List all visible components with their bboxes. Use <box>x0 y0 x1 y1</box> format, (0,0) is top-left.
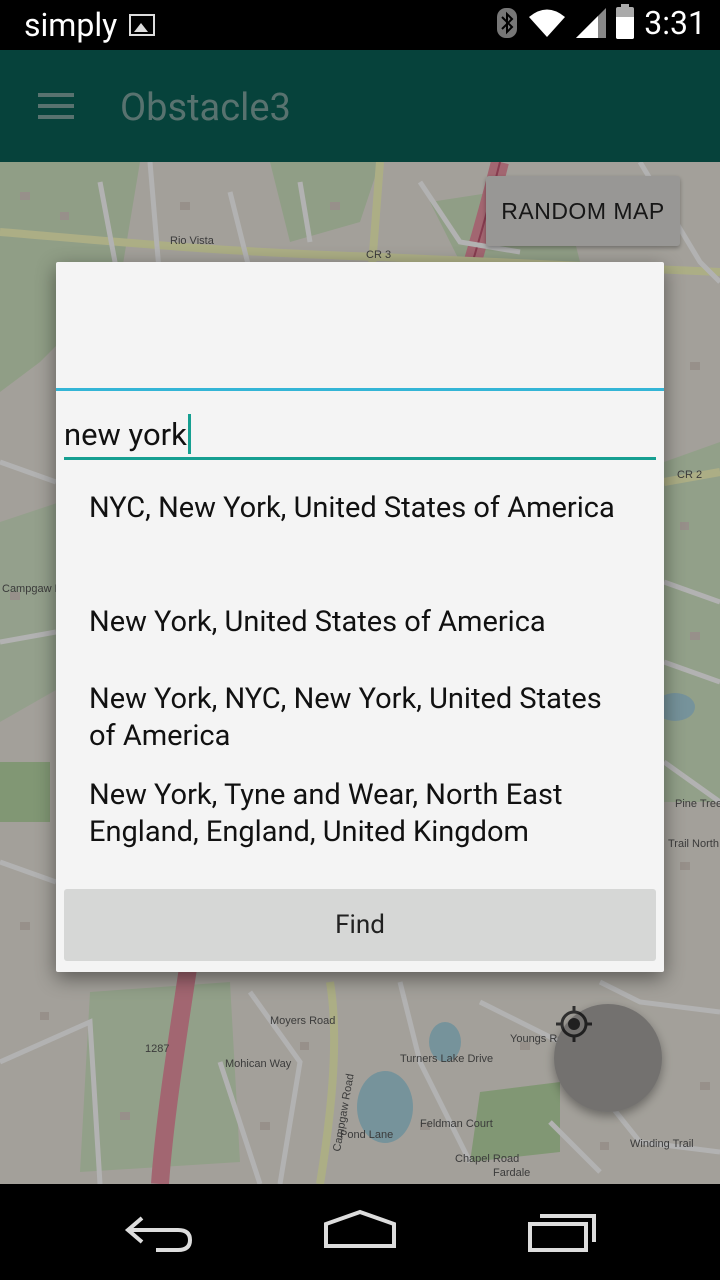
map-label-fardale: Fardale <box>493 1167 530 1179</box>
clock: 3:31 <box>644 4 706 42</box>
map-label-winding-trail: Winding Trail <box>630 1138 694 1150</box>
text-caret <box>187 414 191 454</box>
map-label-moyers-road: Moyers Road <box>270 1015 335 1027</box>
map-label-1287: 1287 <box>145 1043 169 1055</box>
wifi-icon <box>529 9 566 37</box>
scrim <box>0 50 720 162</box>
app-bar: Obstacle3 <box>0 50 720 162</box>
map-label-chapel-road: Chapel Road <box>455 1153 519 1165</box>
random-map-label: RANDOM MAP <box>501 197 665 224</box>
suggestion-item[interactable]: New York, NYC, New York, United States o… <box>89 681 629 755</box>
map-label-mohican-way: Mohican Way <box>225 1058 292 1070</box>
map-label-pond-lane: Pond Lane <box>340 1129 393 1141</box>
map-label-pine-tree-road: Pine Tree Road <box>675 798 720 810</box>
carrier-name: simply <box>24 6 118 44</box>
map-label-trail-north: Trail North <box>668 838 719 850</box>
dialog-header <box>56 262 664 390</box>
map-label-turners-lake: Turners Lake Drive <box>400 1053 493 1065</box>
map-label-rio-vista: Rio Vista <box>170 235 215 247</box>
recents-icon[interactable] <box>522 1206 602 1256</box>
suggestion-item[interactable]: New York, Tyne and Wear, North East Engl… <box>89 777 629 851</box>
dialog-divider <box>56 388 664 391</box>
bluetooth-icon <box>497 8 518 38</box>
back-icon[interactable] <box>120 1206 200 1256</box>
scrim <box>554 1004 662 1112</box>
status-bar: simply 3:31 <box>0 0 720 50</box>
image-notification-icon <box>129 14 156 36</box>
status-left: simply <box>24 6 156 44</box>
status-right: 3:31 <box>496 4 706 42</box>
map-label-feldman-court: Feldman Court <box>420 1118 493 1130</box>
random-map-button[interactable]: RANDOM MAP <box>486 176 680 246</box>
signal-icon <box>576 8 607 38</box>
search-input-value: new york <box>64 414 191 454</box>
find-button[interactable]: Find <box>64 889 656 961</box>
battery-icon <box>616 4 635 39</box>
suggestion-item[interactable]: New York, United States of America <box>89 604 629 641</box>
map-label-cr3: CR 3 <box>366 249 391 261</box>
navigation-bar <box>0 1184 720 1280</box>
my-location-button[interactable] <box>554 1004 662 1112</box>
search-dialog: new york NYC, New York, United States of… <box>56 262 664 972</box>
home-icon[interactable] <box>320 1206 400 1256</box>
suggestion-item[interactable]: NYC, New York, United States of America <box>89 490 629 527</box>
map-label-cr2: CR 2 <box>677 469 702 481</box>
search-value-text: new york <box>64 415 187 453</box>
